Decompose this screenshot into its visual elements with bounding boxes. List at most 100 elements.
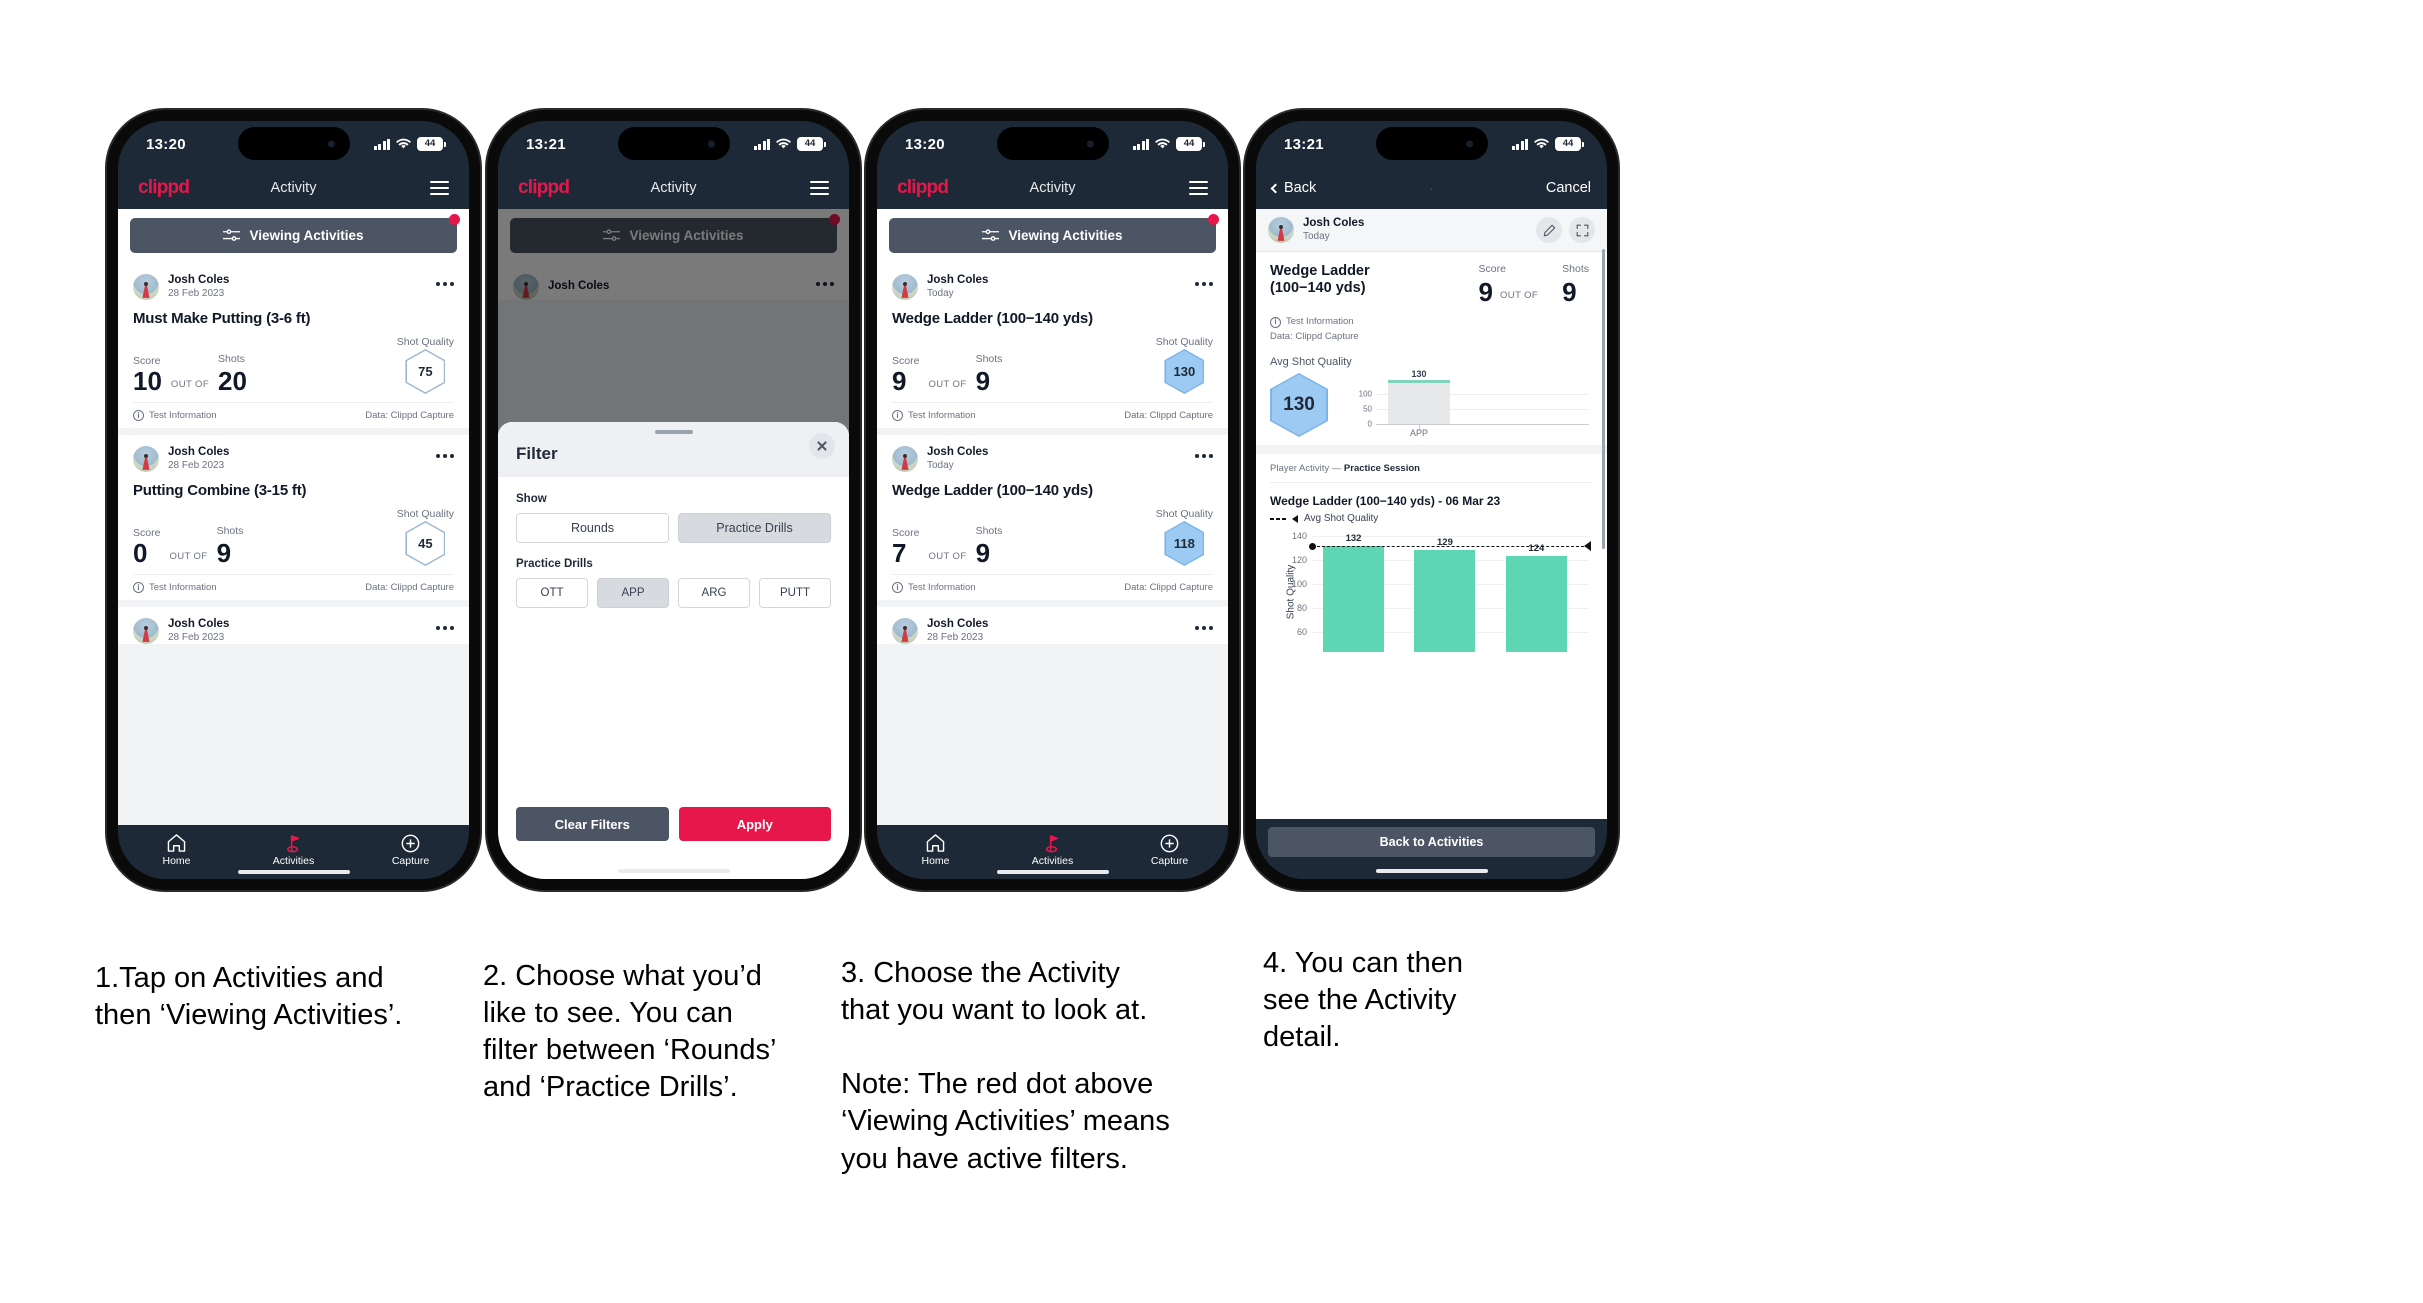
- card-header: Josh Coles 28 Feb 2023: [133, 618, 454, 644]
- chip-app[interactable]: APP: [597, 578, 669, 608]
- score-value: 7: [892, 538, 907, 568]
- battery-icon: 44: [1176, 137, 1205, 151]
- shot-quality-group: Shot Quality 118: [1156, 508, 1213, 566]
- mini-bar-app: [1388, 383, 1450, 426]
- table-row[interactable]: Josh Coles 28 Feb 2023: [877, 607, 1228, 644]
- hamburger-menu-icon[interactable]: [430, 181, 449, 195]
- avatar: [892, 274, 918, 300]
- scrollbar[interactable]: [1602, 249, 1605, 549]
- nav-item-activities[interactable]: Activities: [1018, 834, 1088, 867]
- table-row[interactable]: Josh Coles Today Wedge Ladder (100−140 y…: [877, 435, 1228, 600]
- out-of-label: OUT OF: [169, 551, 208, 562]
- shot-quality-label: Shot Quality: [396, 508, 454, 520]
- card-footer: i Test Information Data: Clippd Capture: [892, 574, 1213, 600]
- avg-line-end-arrow: [1584, 541, 1591, 552]
- activity-stats: Score 9 OUT OF Shots 9 Shot Quality 130: [892, 336, 1213, 402]
- table-row[interactable]: Josh Coles 28 Feb 2023 Must Make Putting…: [118, 263, 469, 428]
- dynamic-island: [237, 127, 350, 160]
- card-footer: i Test Information Data: Clippd Capture: [892, 402, 1213, 428]
- close-button[interactable]: [809, 433, 835, 459]
- card-header: Josh Coles Today: [892, 274, 1213, 300]
- page-title: Activity: [270, 180, 317, 196]
- section-label: Player Activity — Practice Session: [1270, 463, 1593, 484]
- test-information[interactable]: i Test Information: [133, 582, 217, 593]
- avg-shot-quality-value: 130: [1283, 393, 1315, 415]
- more-options-icon[interactable]: [436, 280, 454, 294]
- table-row[interactable]: Josh Coles Today Wedge Ladder (100−140 y…: [877, 263, 1228, 428]
- back-to-activities-button[interactable]: Back to Activities: [1268, 827, 1595, 857]
- table-row[interactable]: Josh Coles 28 Feb 2023 Putting Combine (…: [118, 435, 469, 600]
- chip-rounds[interactable]: Rounds: [516, 513, 669, 543]
- shot-quality-group: Shot Quality 130: [1156, 336, 1213, 394]
- clippd-logo: clippd: [138, 177, 190, 198]
- nav-center-dot: ·: [1429, 180, 1434, 196]
- sheet-grabber[interactable]: [654, 430, 693, 434]
- battery-level: 44: [1562, 138, 1574, 150]
- cellular-signal-icon: [753, 138, 770, 150]
- score-stat: Score 0: [133, 527, 160, 566]
- detail-nav-bar: Back · Cancel: [1256, 167, 1607, 209]
- test-information[interactable]: i Test Information: [892, 582, 976, 593]
- status-bar: 13:20 44: [118, 121, 469, 167]
- battery-icon: 44: [417, 137, 446, 151]
- score-stat: Score 9: [892, 355, 919, 394]
- nav-item-home[interactable]: Home: [142, 834, 212, 867]
- hamburger-menu-icon[interactable]: [810, 181, 829, 195]
- chart-legend: Avg Shot Quality: [1270, 513, 1593, 524]
- score-group: Score 0 OUT OF Shots 9: [133, 525, 243, 566]
- fullscreen-icon: [1576, 224, 1588, 236]
- edit-button[interactable]: [1536, 217, 1562, 243]
- shots-label: Shots: [975, 353, 1003, 365]
- status-icons: 44: [1132, 137, 1205, 151]
- dynamic-island: [1375, 127, 1488, 160]
- viewing-activities-button[interactable]: Viewing Activities: [889, 218, 1216, 253]
- back-button[interactable]: Back: [1270, 180, 1316, 196]
- table-row[interactable]: Josh Coles 28 Feb 2023: [118, 607, 469, 644]
- filter-sliders-icon: [982, 228, 1000, 241]
- viewing-activities-button[interactable]: Viewing Activities: [130, 218, 457, 253]
- cancel-button[interactable]: Cancel: [1546, 180, 1591, 196]
- score-group: Score 10 OUT OF Shots 20: [133, 353, 247, 396]
- nav-item-capture[interactable]: Capture: [376, 834, 446, 867]
- filter-sheet: Filter Show Rounds Practice Drills Pract…: [498, 422, 849, 857]
- page-title: Activity: [1029, 180, 1076, 196]
- category-bar-chart: 0 50 100 130 APP: [1338, 369, 1593, 438]
- user-info: Josh Coles 28 Feb 2023: [168, 274, 229, 300]
- avg-shot-quality-hexagon: 130: [1270, 372, 1328, 437]
- nav-item-home[interactable]: Home: [901, 834, 971, 867]
- more-options-icon[interactable]: [1195, 624, 1213, 638]
- chip-practice-drills[interactable]: Practice Drills: [678, 513, 831, 543]
- app-header: clippd Activity: [877, 167, 1228, 209]
- nav-item-capture[interactable]: Capture: [1135, 834, 1205, 867]
- more-options-icon[interactable]: [436, 624, 454, 638]
- home-indicator: [237, 869, 350, 874]
- card-footer: i Test Information Data: Clippd Capture: [133, 574, 454, 600]
- info-icon: i: [892, 582, 903, 593]
- nav-item-activities[interactable]: Activities: [259, 834, 329, 867]
- test-information[interactable]: i Test Information: [892, 410, 976, 421]
- more-options-icon[interactable]: [1195, 452, 1213, 466]
- more-options-icon[interactable]: [436, 452, 454, 466]
- shots-stat: Shots 9: [976, 353, 1003, 394]
- battery-icon: 44: [797, 137, 826, 151]
- test-information[interactable]: i Test Information: [133, 410, 217, 421]
- apply-button[interactable]: Apply: [678, 807, 831, 841]
- expand-button[interactable]: [1569, 217, 1595, 243]
- phone-1: 13:20 44 clippd Activity Viewing Activit…: [107, 110, 480, 890]
- bottom-navigation: Home Activities Capture: [118, 825, 469, 879]
- hamburger-menu-icon[interactable]: [1189, 181, 1208, 195]
- bar-3-value: 124: [1528, 543, 1545, 555]
- out-of-label: OUT OF: [928, 551, 967, 562]
- shots-value: 9: [1562, 277, 1577, 307]
- legend-label: Avg Shot Quality: [1304, 513, 1379, 525]
- test-information[interactable]: i Test Information: [1270, 315, 1593, 330]
- chip-putt[interactable]: PUTT: [759, 578, 831, 608]
- more-options-icon[interactable]: [1195, 280, 1213, 294]
- phone-4-screen: 13:21 44 Back · Cancel Josh Coles Today …: [1256, 121, 1607, 879]
- chart-plot-area: 140 120 100 80 60 132 129 124: [1292, 531, 1591, 653]
- section-label-prefix: Player Activity —: [1270, 463, 1344, 475]
- shots-value: 20: [218, 366, 247, 396]
- chip-ott[interactable]: OTT: [516, 578, 588, 608]
- clear-filters-button[interactable]: Clear Filters: [516, 807, 669, 841]
- chip-arg[interactable]: ARG: [678, 578, 750, 608]
